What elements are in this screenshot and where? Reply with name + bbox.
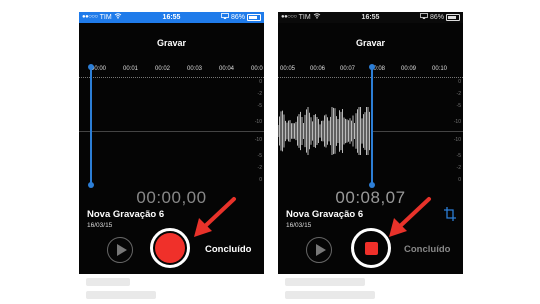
db-label: -10 [453, 137, 461, 143]
recording-date: 16/03/15 [286, 222, 312, 229]
db-label: -2 [257, 91, 262, 97]
timeline-tick: 00:06 [310, 66, 326, 72]
blurred-caption [285, 291, 375, 299]
db-label: -10 [453, 119, 461, 125]
db-label: -10 [254, 119, 262, 125]
db-scale: 0 -2 -5 -10 -10 -5 -2 0 [250, 78, 262, 184]
battery-icon [247, 14, 261, 21]
waveform-baseline [79, 131, 264, 132]
timeline-tick: 00:0 [251, 66, 263, 72]
airplay-icon [221, 12, 229, 23]
timeline-tick: 00:09 [401, 66, 417, 72]
db-label: 0 [259, 177, 262, 183]
timeline-tick: 00:07 [340, 66, 356, 72]
db-label: -5 [257, 153, 262, 159]
db-label: 0 [458, 79, 461, 85]
recording-date: 16/03/15 [87, 222, 113, 229]
db-label: -5 [456, 103, 461, 109]
playhead[interactable] [371, 66, 373, 186]
playhead[interactable] [90, 66, 92, 186]
page-title: Gravar [355, 38, 386, 48]
done-button[interactable]: Concluído [404, 244, 450, 255]
battery-icon [446, 14, 460, 21]
done-button[interactable]: Concluído [205, 244, 251, 255]
db-label: -2 [257, 165, 262, 171]
timeline-tick: 00:02 [155, 66, 171, 72]
db-label: -5 [456, 153, 461, 159]
page-title: Gravar [156, 38, 187, 48]
crop-icon[interactable] [444, 207, 456, 221]
recording-name[interactable]: Nova Gravação 6 [286, 209, 363, 220]
battery-percent: 86% [230, 14, 245, 21]
db-label: -2 [456, 91, 461, 97]
timeline-tick: 00:01 [123, 66, 139, 72]
timeline-tick: 00:04 [219, 66, 235, 72]
blurred-caption [285, 278, 365, 286]
play-button[interactable] [107, 237, 133, 263]
airplay-icon [420, 12, 428, 23]
phone-screen-recording: ●●○○○ TIM 16:55 86% Gravar 00:05 00:06 0… [278, 12, 463, 274]
play-button[interactable] [306, 237, 332, 263]
blurred-caption [86, 291, 156, 299]
playhead-handle-top[interactable] [369, 64, 375, 70]
db-label: -2 [456, 165, 461, 171]
db-label: 0 [259, 79, 262, 85]
annotation-arrow-right [389, 197, 431, 237]
waveform-area: 0 -2 -5 -10 -10 -5 -2 0 [79, 64, 264, 188]
status-bar: ●●○○○ TIM 16:55 86% [278, 12, 463, 23]
status-bar: ●●○○○ TIM 16:55 86% [79, 12, 264, 23]
playhead-handle-top[interactable] [88, 64, 94, 70]
battery-percent: 86% [429, 14, 444, 21]
record-button[interactable] [150, 228, 190, 268]
db-label: -5 [257, 103, 262, 109]
elapsed-timer: 00:08,07 [335, 188, 406, 207]
timeline-tick: 00:10 [432, 66, 448, 72]
db-label: -10 [254, 137, 262, 143]
timeline-tick: 00:03 [187, 66, 203, 72]
timeline-tick: 00:05 [280, 66, 296, 72]
recording-name[interactable]: Nova Gravação 6 [87, 209, 164, 220]
annotation-arrow-left [194, 197, 236, 237]
record-icon [155, 233, 185, 263]
db-label: 0 [458, 177, 461, 183]
waveform [278, 107, 370, 155]
blurred-caption [86, 278, 130, 286]
stop-icon [364, 241, 378, 255]
waveform-area: 0 -2 -5 -10 -10 -5 -2 0 [278, 64, 463, 188]
db-scale: 0 -2 -5 -10 -10 -5 -2 0 [449, 78, 461, 184]
